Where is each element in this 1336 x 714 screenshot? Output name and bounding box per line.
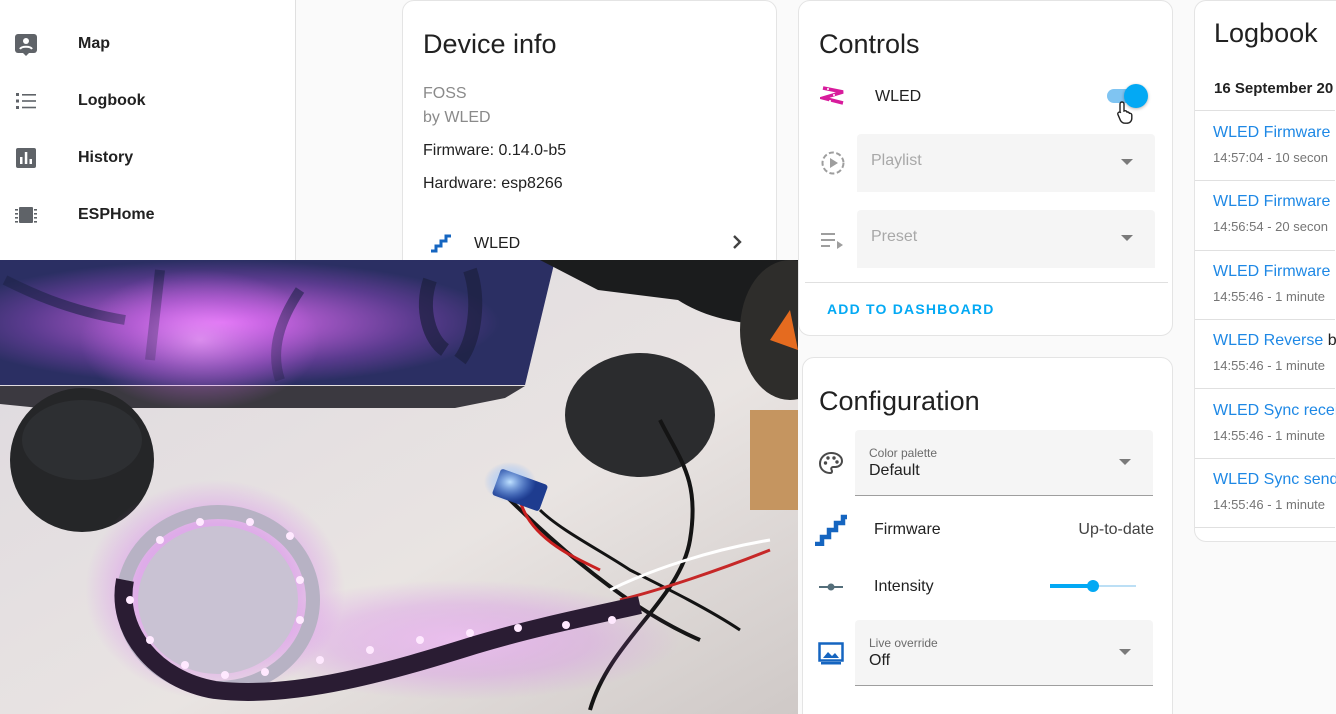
logbook-title: Logbook <box>1214 18 1318 48</box>
sidebar-item-label: ESPHome <box>78 206 155 223</box>
logbook-entry-time: 14:55:46 - 1 minute <box>1213 289 1326 304</box>
chevron-right-icon <box>731 233 745 256</box>
logbook-entry[interactable]: WLED Reverse bo 14:55:46 - 1 minute <box>1213 320 1336 390</box>
controls-divider <box>805 282 1168 283</box>
preset-select-value: Preset <box>871 228 918 245</box>
configuration-card: Configuration Color palette Default Firm… <box>802 357 1173 714</box>
color-palette-value: Default <box>869 462 920 479</box>
logbook-entry[interactable]: WLED Firmware 14:57:04 - 10 secon <box>1213 111 1336 181</box>
controls-card: Controls WLED Playlist Preset ADD TO DAS… <box>798 0 1173 336</box>
history-icon <box>14 146 38 170</box>
firmware-label: Firmware <box>874 521 941 538</box>
live-override-value: Off <box>869 652 891 669</box>
chevron-down-icon <box>1121 235 1133 241</box>
logbook-entry-time: 14:57:04 - 10 secon <box>1213 150 1328 165</box>
firmware-status: Up-to-date <box>1078 521 1154 538</box>
esphome-icon <box>14 203 38 227</box>
playlist-select[interactable]: Playlist <box>857 134 1155 192</box>
sidebar-item-logbook[interactable]: Logbook <box>0 79 295 123</box>
color-palette-label: Color palette <box>869 446 938 460</box>
logbook-entry[interactable]: WLED Firmware 14:56:54 - 20 secon <box>1213 181 1336 251</box>
wled-led-strip-icon <box>819 83 847 111</box>
wled-stair-icon <box>429 233 453 258</box>
sidebar-item-esphome[interactable]: ESPHome <box>0 193 295 237</box>
add-to-dashboard-button[interactable]: ADD TO DASHBOARD <box>827 301 995 317</box>
logbook-entry-time: 14:55:46 - 1 minute <box>1213 497 1326 512</box>
device-hardware: Hardware: esp8266 <box>423 175 563 192</box>
logbook-entry-title[interactable]: WLED Firmware <box>1213 193 1330 211</box>
live-override-icon <box>817 640 845 668</box>
preset-select[interactable]: Preset <box>857 210 1155 268</box>
device-manufacturer: by WLED <box>423 109 491 126</box>
intensity-slider-icon <box>817 573 845 601</box>
palette-icon <box>817 450 845 478</box>
led-strip-photo <box>0 260 798 714</box>
firmware-update-icon <box>813 514 849 546</box>
sidebar-item-history[interactable]: History <box>0 136 295 180</box>
live-override-select[interactable]: Live override Off <box>855 620 1153 686</box>
logbook-entry[interactable]: WLED Sync send 14:55:46 - 1 minute <box>1213 459 1336 529</box>
logbook-entry-title[interactable]: WLED Reverse bo <box>1213 332 1336 350</box>
logbook-entry-time: 14:55:46 - 1 minute <box>1213 358 1326 373</box>
wled-control-label: WLED <box>875 88 922 105</box>
intensity-slider[interactable] <box>1050 580 1136 592</box>
device-model: FOSS <box>423 85 467 102</box>
sidebar-item-map[interactable]: Map <box>0 22 295 66</box>
logbook-divider <box>1195 527 1335 528</box>
sidebar-item-label: Logbook <box>78 92 146 109</box>
intensity-label: Intensity <box>874 578 934 595</box>
logbook-card: Logbook 16 September 20 WLED Firmware 14… <box>1194 0 1336 542</box>
device-info-title: Device info <box>423 29 557 59</box>
logbook-entry-time: 14:56:54 - 20 secon <box>1213 219 1328 234</box>
device-link-label: WLED <box>474 235 521 252</box>
controls-title: Controls <box>819 29 920 59</box>
chevron-down-icon <box>1119 459 1131 465</box>
logbook-entry[interactable]: WLED Sync recei 14:55:46 - 1 minute <box>1213 389 1336 459</box>
device-link-wled[interactable]: WLED <box>403 221 776 265</box>
intensity-slider-thumb[interactable] <box>1087 580 1099 592</box>
logbook-entry-title[interactable]: WLED Firmware <box>1213 263 1330 281</box>
live-override-label: Live override <box>869 636 938 650</box>
logbook-entry-title[interactable]: WLED Sync recei <box>1213 402 1336 420</box>
logbook-entry-title[interactable]: WLED Sync send <box>1213 471 1336 489</box>
preset-list-icon <box>819 226 847 254</box>
device-info-card: Device info FOSS by WLED Firmware: 0.14.… <box>402 0 777 290</box>
logbook-icon <box>14 89 38 113</box>
logbook-entry[interactable]: WLED Firmware 14:55:46 - 1 minute <box>1213 251 1336 321</box>
chevron-down-icon <box>1121 159 1133 165</box>
playlist-select-value: Playlist <box>871 152 922 169</box>
color-palette-select[interactable]: Color palette Default <box>855 430 1153 496</box>
sidebar-item-label: History <box>78 149 134 166</box>
logbook-entry-title-link[interactable]: WLED Reverse <box>1213 332 1323 349</box>
chevron-down-icon <box>1119 649 1131 655</box>
logbook-entry-title-suffix: bo <box>1327 332 1336 349</box>
playlist-play-icon <box>819 149 847 177</box>
device-firmware: Firmware: 0.14.0-b5 <box>423 142 567 159</box>
logbook-entry-title[interactable]: WLED Firmware <box>1213 124 1330 142</box>
logbook-entry-time: 14:55:46 - 1 minute <box>1213 428 1326 443</box>
hand-cursor-icon <box>1116 100 1136 129</box>
configuration-title: Configuration <box>819 386 980 416</box>
sidebar-item-label: Map <box>78 35 110 52</box>
logbook-date: 16 September 20 <box>1214 80 1334 97</box>
map-icon <box>14 32 38 56</box>
sidebar: Map Logbook History ESPHome <box>0 0 296 260</box>
